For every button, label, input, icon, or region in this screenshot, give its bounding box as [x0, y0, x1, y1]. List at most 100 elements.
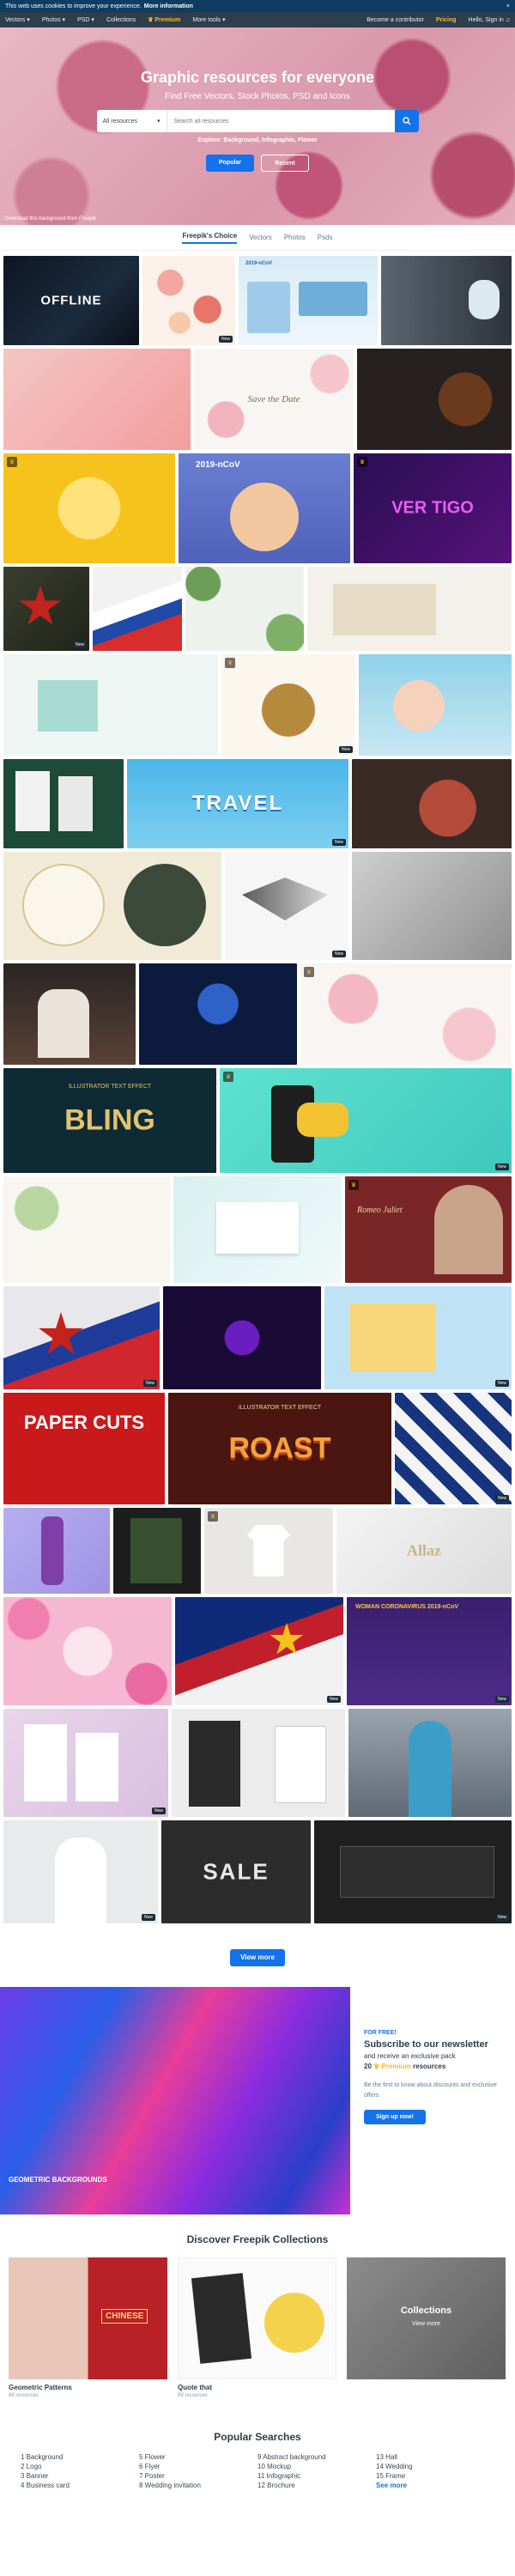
- nav-collections[interactable]: Collections: [106, 17, 136, 23]
- resource-tile[interactable]: New: [175, 1597, 343, 1705]
- resource-tile[interactable]: [352, 852, 512, 960]
- resource-tile[interactable]: [3, 654, 218, 756]
- resource-tile[interactable]: [3, 1597, 172, 1705]
- resource-tile[interactable]: [381, 256, 512, 345]
- resource-tile[interactable]: ♛ Romeo Juliet: [345, 1176, 512, 1283]
- resource-tile[interactable]: New: [3, 1820, 158, 1923]
- resource-tile[interactable]: [172, 1709, 345, 1817]
- resource-tile[interactable]: ♛: [3, 453, 175, 563]
- resource-tile[interactable]: [3, 349, 191, 450]
- tile-title: TRAVEL: [191, 792, 284, 815]
- resource-tile[interactable]: New: [3, 567, 89, 651]
- resource-tile[interactable]: PAPER CUTS: [3, 1393, 165, 1504]
- resource-tile[interactable]: ♛ New: [221, 654, 355, 756]
- signup-button[interactable]: Sign up now!: [364, 2110, 426, 2124]
- resource-tile[interactable]: TRAVEL New: [127, 759, 348, 848]
- resource-tile[interactable]: ILLUSTRATOR TEXT EFFECT ROAST: [168, 1393, 391, 1504]
- collections-overlay-link[interactable]: View more: [347, 2321, 506, 2327]
- nav-vectors[interactable]: Vectors ▾: [5, 16, 30, 23]
- popular-search-link[interactable]: 14 Wedding: [376, 2463, 494, 2472]
- resource-tile[interactable]: [3, 963, 136, 1065]
- collection-card[interactable]: CHINESE Geometric Patterns 89 resources: [9, 2257, 167, 2398]
- resource-tile[interactable]: [113, 1508, 201, 1594]
- popular-search-link[interactable]: 6 Flyer: [139, 2463, 258, 2472]
- resource-tile[interactable]: ♛ VER TIGO: [354, 453, 512, 563]
- nav-psd[interactable]: PSD ▾: [77, 16, 94, 23]
- premium-crown-icon: ♛: [208, 1511, 218, 1522]
- resource-tile[interactable]: [3, 759, 124, 848]
- resource-tile[interactable]: [307, 567, 512, 651]
- pricing-link[interactable]: Pricing: [436, 17, 457, 23]
- popular-search-link[interactable]: 4 Business card: [21, 2482, 139, 2491]
- explore-terms[interactable]: Background, Infographic, Flower: [223, 137, 317, 143]
- nav-premium[interactable]: ♛ Premium: [148, 16, 180, 23]
- resource-tile[interactable]: Save the Date: [194, 349, 354, 450]
- resource-tile[interactable]: 2019-nCoV: [179, 453, 350, 563]
- resource-tile[interactable]: [357, 349, 512, 450]
- recent-button[interactable]: Recent: [261, 155, 309, 172]
- resource-tile[interactable]: [3, 852, 221, 960]
- resource-type-select[interactable]: All resources ▾: [97, 110, 167, 132]
- collections-title: Discover Freepik Collections: [186, 2233, 329, 2245]
- background-credit[interactable]: Download this background from Freepik: [5, 216, 96, 222]
- popular-search-link[interactable]: 9 Abstract background: [258, 2453, 376, 2463]
- resource-tile[interactable]: Allaz: [336, 1508, 512, 1594]
- collections-more-card[interactable]: Collections View more: [347, 2257, 506, 2398]
- nav-more-tools[interactable]: More tools ▾: [192, 16, 225, 23]
- tab-psds[interactable]: Psds: [318, 234, 333, 241]
- resource-tile[interactable]: ♛: [204, 1508, 333, 1594]
- resource-tile[interactable]: [185, 567, 304, 651]
- see-more-link[interactable]: See more: [376, 2482, 494, 2491]
- collections-list: CHINESE Geometric Patterns 89 resources …: [0, 2257, 515, 2398]
- popular-button[interactable]: Popular: [206, 155, 254, 172]
- resource-tile[interactable]: [139, 963, 297, 1065]
- resource-tile[interactable]: [348, 1709, 512, 1817]
- popular-search-link[interactable]: 3 Banner: [21, 2472, 139, 2482]
- resource-tile[interactable]: WOMAN CORONAVIRUS 2019-nCoV New: [347, 1597, 512, 1705]
- resource-tile[interactable]: New: [3, 1286, 160, 1389]
- resource-tile[interactable]: New: [225, 852, 348, 960]
- search-input[interactable]: [167, 110, 395, 132]
- newsletter-title: Subscribe to our newsletter: [364, 2039, 488, 2050]
- resource-tile[interactable]: 2019-nCoV: [239, 256, 378, 345]
- resource-tile[interactable]: OFFLINE: [3, 256, 139, 345]
- popular-search-link[interactable]: 8 Wedding invitation: [139, 2482, 258, 2491]
- view-more-button[interactable]: View more: [230, 1949, 285, 1966]
- resource-tile[interactable]: New: [324, 1286, 512, 1389]
- resource-tile[interactable]: New: [3, 1709, 168, 1817]
- resource-tile[interactable]: ♛: [300, 963, 512, 1065]
- tab-photos[interactable]: Photos: [284, 234, 306, 241]
- nav-photos[interactable]: Photos ▾: [42, 16, 65, 23]
- close-icon[interactable]: ×: [506, 3, 510, 9]
- resource-tile[interactable]: [359, 654, 512, 756]
- popular-search-link[interactable]: 12 Brochure: [258, 2482, 376, 2491]
- popular-search-link[interactable]: 1 Background: [21, 2453, 139, 2463]
- popular-search-link[interactable]: 2 Logo: [21, 2463, 139, 2472]
- popular-search-link[interactable]: 13 Hall: [376, 2453, 494, 2463]
- resource-tile[interactable]: [163, 1286, 321, 1389]
- search-button[interactable]: [394, 110, 419, 132]
- resource-tile[interactable]: New: [395, 1393, 512, 1504]
- resource-tile[interactable]: [93, 567, 182, 651]
- popular-search-link[interactable]: 7 Poster: [139, 2472, 258, 2482]
- resource-tile[interactable]: [352, 759, 512, 848]
- resource-tile[interactable]: New: [314, 1820, 512, 1923]
- popular-search-link[interactable]: 10 Mockup: [258, 2463, 376, 2472]
- signin-link[interactable]: Hello, Sign in ♫: [469, 17, 510, 23]
- collection-count: 89 resources: [178, 2393, 208, 2398]
- tab-vectors[interactable]: Vectors: [249, 234, 272, 241]
- resource-tile[interactable]: SALE: [161, 1820, 311, 1923]
- cookie-more-link[interactable]: More information: [144, 3, 193, 9]
- popular-search-link[interactable]: 15 Frame: [376, 2472, 494, 2482]
- popular-search-link[interactable]: 11 Infographic: [258, 2472, 376, 2482]
- resource-tile[interactable]: [173, 1176, 342, 1283]
- tab-freepik-choice[interactable]: Freepik's Choice: [182, 232, 238, 244]
- resource-tile[interactable]: [3, 1508, 110, 1594]
- resource-tile[interactable]: [3, 1176, 170, 1283]
- resource-tile[interactable]: ♛ New: [220, 1068, 512, 1173]
- contributor-link[interactable]: Become a contributor: [367, 17, 424, 23]
- popular-search-link[interactable]: 5 Flower: [139, 2453, 258, 2463]
- resource-tile[interactable]: New: [142, 256, 235, 345]
- collection-card[interactable]: Quote that 89 resources: [178, 2257, 336, 2398]
- resource-tile[interactable]: ILLUSTRATOR TEXT EFFECT BLING: [3, 1068, 216, 1173]
